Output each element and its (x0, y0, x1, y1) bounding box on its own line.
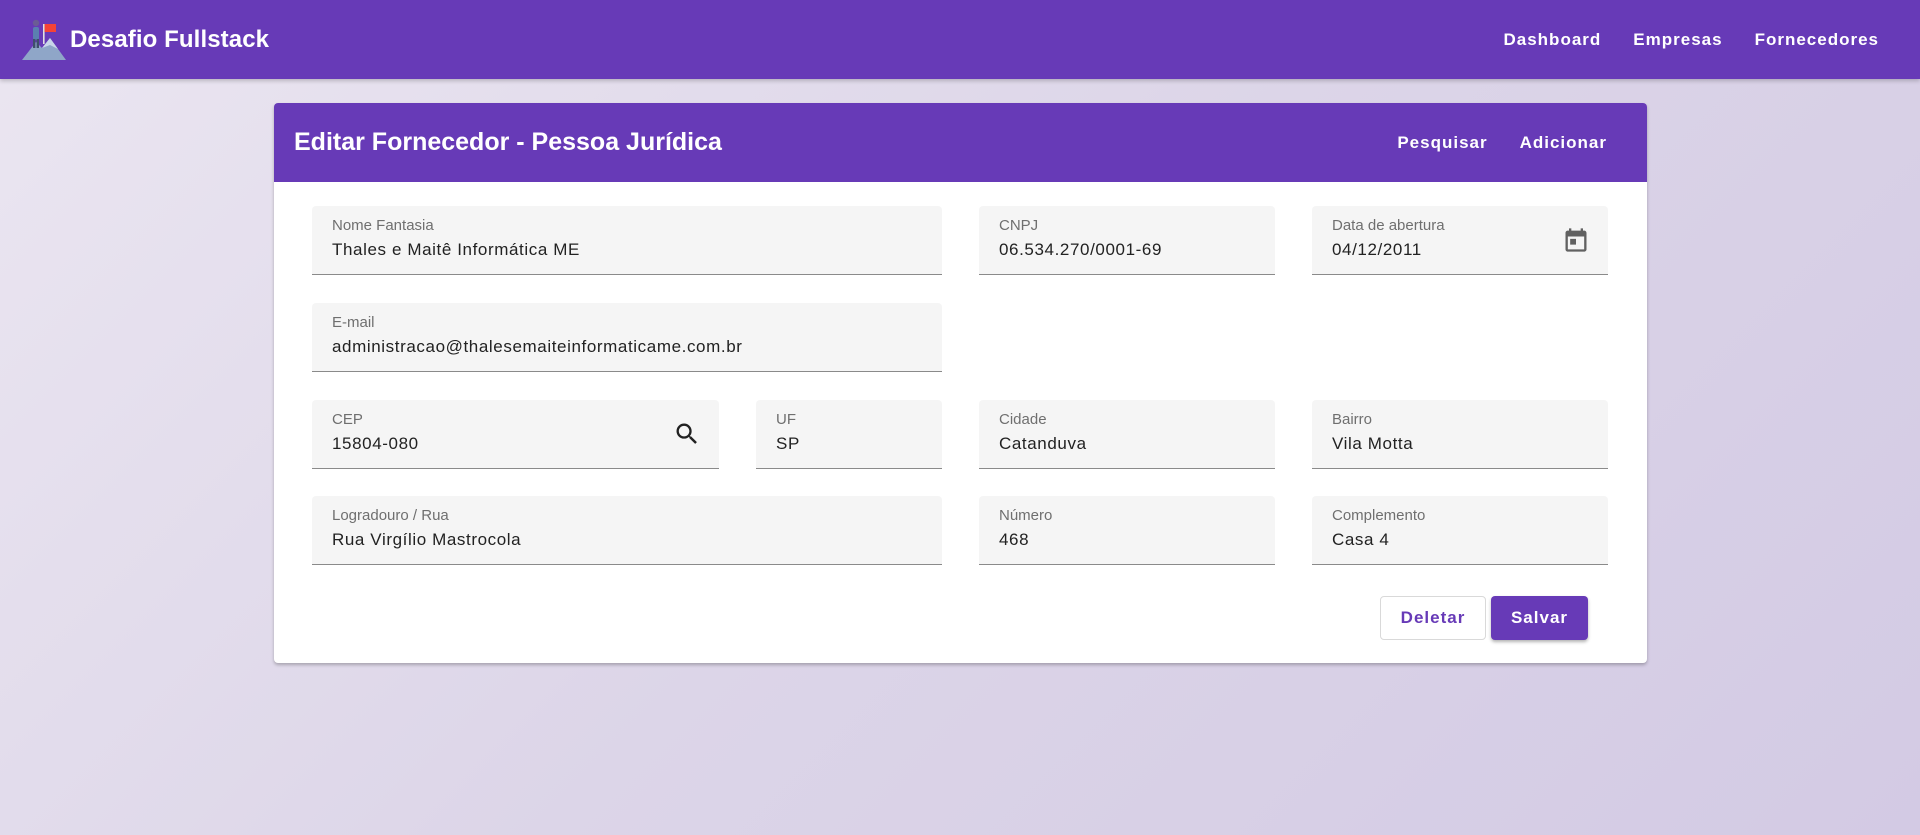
nome-fantasia-input[interactable]: Thales e Maitê Informática ME (332, 240, 580, 260)
search-icon[interactable] (673, 420, 701, 448)
cnpj-input[interactable]: 06.534.270/0001-69 (999, 240, 1162, 260)
complemento-input[interactable]: Casa 4 (1332, 530, 1389, 550)
cidade-label: Cidade (999, 411, 1047, 428)
data-abertura-input[interactable]: 04/12/2011 (1332, 240, 1422, 260)
nome-fantasia-label: Nome Fantasia (332, 217, 434, 234)
complemento-field[interactable]: Complemento Casa 4 (1312, 496, 1608, 565)
data-abertura-field[interactable]: Data de abertura 04/12/2011 (1312, 206, 1608, 275)
uf-field[interactable]: UF SP (756, 400, 942, 469)
card-actions: Pesquisar Adicionar (1381, 123, 1623, 163)
logradouro-field[interactable]: Logradouro / Rua Rua Virgílio Mastrocola (312, 496, 942, 565)
email-field[interactable]: E-mail administracao@thalesemaiteinforma… (312, 303, 942, 372)
app-title: Desafio Fullstack (70, 25, 270, 53)
save-button[interactable]: Salvar (1491, 596, 1588, 640)
bairro-input[interactable]: Vila Motta (1332, 434, 1413, 454)
main-nav: Dashboard Empresas Fornecedores (1487, 20, 1895, 60)
cnpj-label: CNPJ (999, 217, 1039, 234)
nome-fantasia-field[interactable]: Nome Fantasia Thales e Maitê Informática… (312, 206, 942, 275)
complemento-label: Complemento (1332, 507, 1426, 524)
brand[interactable]: Desafio Fullstack (20, 18, 269, 62)
bairro-field[interactable]: Bairro Vila Motta (1312, 400, 1608, 469)
logradouro-label: Logradouro / Rua (332, 507, 449, 524)
search-button[interactable]: Pesquisar (1381, 123, 1503, 163)
cnpj-field[interactable]: CNPJ 06.534.270/0001-69 (979, 206, 1275, 275)
numero-field[interactable]: Número 468 (979, 496, 1275, 565)
add-button[interactable]: Adicionar (1504, 123, 1623, 163)
card-title: Editar Fornecedor - Pessoa Jurídica (294, 128, 722, 156)
cep-field[interactable]: CEP 15804-080 (312, 400, 719, 469)
delete-button[interactable]: Deletar (1380, 596, 1486, 640)
numero-label: Número (999, 507, 1053, 524)
nav-dashboard[interactable]: Dashboard (1487, 20, 1617, 60)
card-header: Editar Fornecedor - Pessoa Jurídica Pesq… (274, 103, 1647, 182)
numero-input[interactable]: 468 (999, 530, 1029, 550)
nav-empresas[interactable]: Empresas (1617, 20, 1738, 60)
logradouro-input[interactable]: Rua Virgílio Mastrocola (332, 530, 521, 550)
email-label: E-mail (332, 314, 375, 331)
cidade-input[interactable]: Catanduva (999, 434, 1087, 454)
app-toolbar: Desafio Fullstack Dashboard Empresas For… (0, 0, 1920, 79)
bairro-label: Bairro (1332, 411, 1373, 428)
data-abertura-label: Data de abertura (1332, 217, 1445, 234)
supplier-edit-card: Editar Fornecedor - Pessoa Jurídica Pesq… (274, 103, 1647, 663)
cep-label: CEP (332, 411, 363, 428)
email-input[interactable]: administracao@thalesemaiteinformaticame.… (332, 337, 743, 357)
uf-label: UF (776, 411, 796, 428)
cep-input[interactable]: 15804-080 (332, 434, 419, 454)
calendar-icon[interactable] (1562, 226, 1590, 254)
cidade-field[interactable]: Cidade Catanduva (979, 400, 1275, 469)
uf-input[interactable]: SP (776, 434, 800, 454)
logo-icon (22, 19, 66, 60)
nav-fornecedores[interactable]: Fornecedores (1739, 20, 1895, 60)
